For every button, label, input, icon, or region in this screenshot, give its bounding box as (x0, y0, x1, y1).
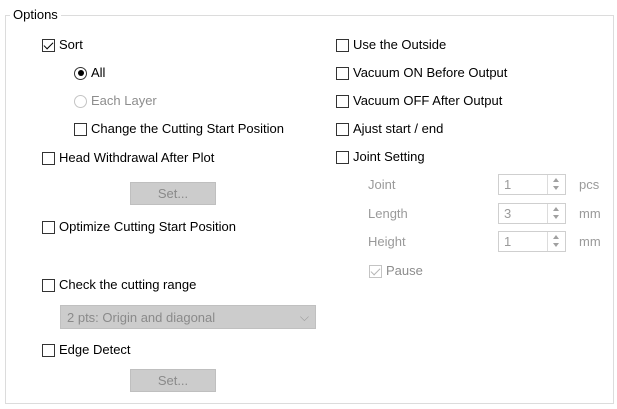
joint-setting-label: Joint Setting (353, 149, 425, 164)
checkbox-box (336, 150, 349, 164)
range-mode-select[interactable]: 2 pts: Origin and diagonal ⌵ (60, 305, 316, 329)
checkbox-box (336, 122, 349, 136)
use-outside-checkbox[interactable]: Use the Outside (336, 37, 446, 53)
vacuum-on-label: Vacuum ON Before Output (353, 65, 508, 80)
arrow-up-icon (553, 207, 559, 211)
vacuum-off-label: Vacuum OFF After Output (353, 93, 503, 108)
arrow-up-icon (553, 235, 559, 239)
vacuum-on-checkbox[interactable]: Vacuum ON Before Output (336, 65, 507, 81)
radio-circle (74, 94, 87, 108)
optimize-start-label: Optimize Cutting Start Position (59, 219, 237, 234)
edge-detect-set-button[interactable]: Set... (130, 369, 216, 392)
checkbox-box (42, 343, 55, 357)
pause-checkbox[interactable]: Pause (369, 263, 423, 279)
sort-label: Sort (59, 37, 83, 52)
radio-all[interactable]: All (74, 65, 105, 81)
joint-count-unit: pcs (579, 177, 600, 192)
height-unit: mm (579, 234, 601, 249)
vacuum-off-checkbox[interactable]: Vacuum OFF After Output (336, 93, 502, 109)
checkbox-box (369, 264, 382, 278)
head-withdrawal-checkbox[interactable]: Head Withdrawal After Plot (42, 150, 214, 166)
arrow-up-icon (553, 178, 559, 182)
checkbox-box (74, 122, 87, 136)
radio-each-layer[interactable]: Each Layer (74, 93, 157, 109)
joint-count-value: 1 (504, 177, 512, 192)
radio-circle (74, 66, 87, 80)
checkbox-box (42, 151, 55, 165)
head-withdrawal-label: Head Withdrawal After Plot (59, 150, 215, 165)
use-outside-label: Use the Outside (353, 37, 447, 52)
sort-checkbox[interactable]: Sort (42, 37, 83, 53)
arrow-down-icon (553, 243, 559, 247)
adjust-checkbox[interactable]: Ajust start / end (336, 121, 443, 137)
checkbox-box (336, 66, 349, 80)
arrow-down-icon (553, 186, 559, 190)
checkbox-box (42, 38, 55, 52)
spinner-arrows[interactable] (547, 175, 565, 194)
length-unit: mm (579, 206, 601, 221)
edge-detect-label: Edge Detect (59, 342, 131, 357)
check-range-label: Check the cutting range (59, 277, 197, 292)
chevron-down-icon: ⌵ (299, 310, 309, 324)
checkbox-box (42, 220, 55, 234)
spinner-arrows[interactable] (547, 232, 565, 251)
head-withdrawal-set-button[interactable]: Set... (130, 182, 216, 205)
change-start-label: Change the Cutting Start Position (91, 121, 284, 136)
height-value: 1 (504, 234, 512, 249)
length-value: 3 (504, 206, 512, 221)
joint-count-label: Joint (368, 177, 396, 192)
length-spinbox[interactable]: 3 (498, 203, 566, 224)
checkbox-box (336, 38, 349, 52)
arrow-down-icon (553, 215, 559, 219)
check-range-checkbox[interactable]: Check the cutting range (42, 277, 196, 293)
radio-all-label: All (91, 65, 106, 80)
checkbox-box (42, 278, 55, 292)
edge-detect-checkbox[interactable]: Edge Detect (42, 342, 131, 358)
optimize-start-checkbox[interactable]: Optimize Cutting Start Position (42, 219, 236, 235)
length-label: Length (368, 206, 408, 221)
height-spinbox[interactable]: 1 (498, 231, 566, 252)
joint-setting-checkbox[interactable]: Joint Setting (336, 149, 425, 165)
joint-count-spinbox[interactable]: 1 (498, 174, 566, 195)
spinner-arrows[interactable] (547, 204, 565, 223)
options-group-title: Options (10, 7, 61, 23)
checkbox-box (336, 94, 349, 108)
change-start-checkbox[interactable]: Change the Cutting Start Position (74, 121, 284, 137)
range-mode-value: 2 pts: Origin and diagonal (67, 309, 216, 325)
adjust-label: Ajust start / end (353, 121, 444, 136)
radio-each-layer-label: Each Layer (91, 93, 157, 108)
pause-label: Pause (386, 263, 423, 278)
height-label: Height (368, 234, 406, 249)
